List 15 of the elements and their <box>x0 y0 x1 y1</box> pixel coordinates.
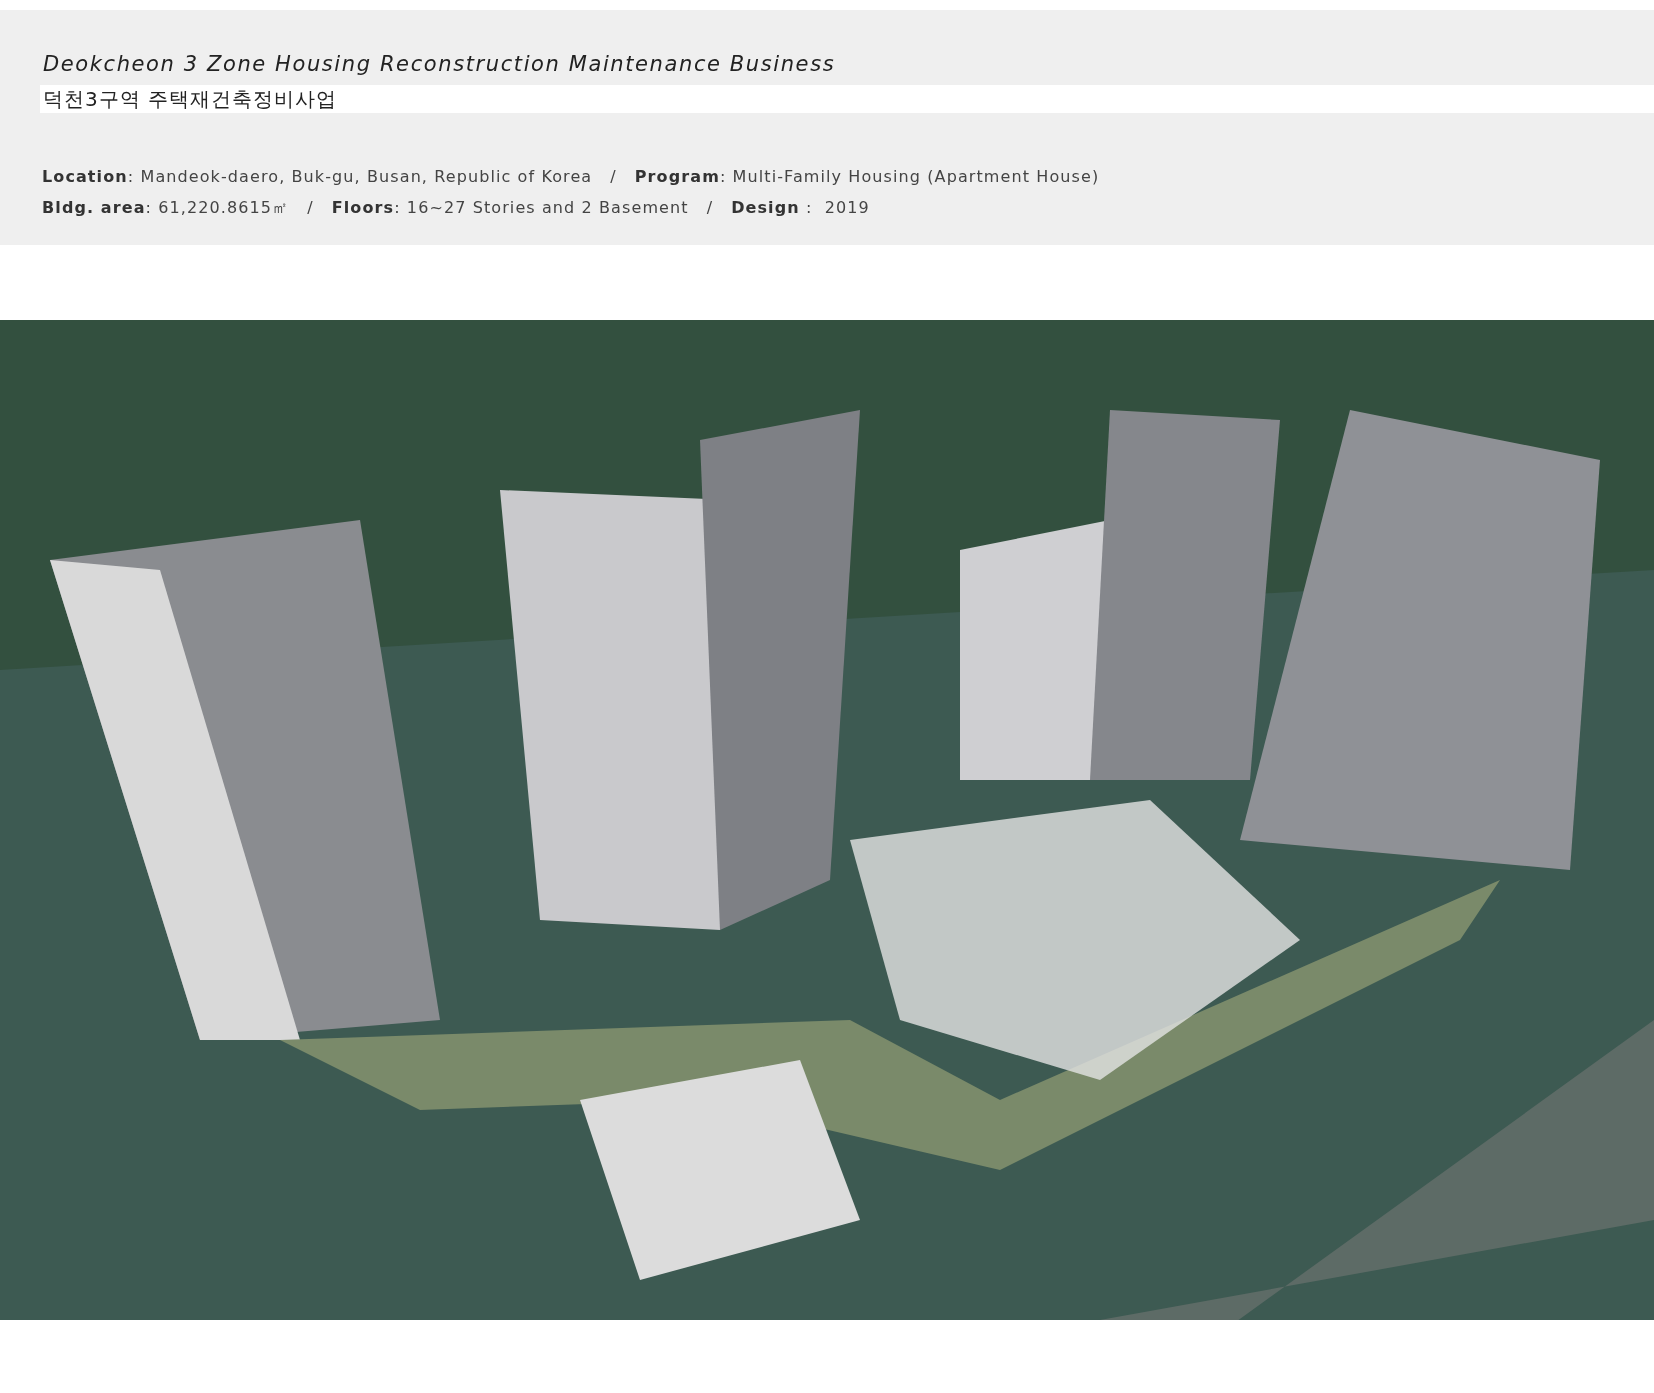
info-label: Floors <box>331 198 395 217</box>
info-value: : 16~27 Stories and 2 Basement <box>394 198 689 217</box>
info-value: : Multi-Family Housing (Apartment House) <box>719 167 1100 186</box>
divider-slash: / <box>307 198 314 217</box>
divider-slash: / <box>706 198 714 217</box>
info-label: Program <box>634 167 720 186</box>
info-label: Location <box>42 167 128 186</box>
info-value: : 2019 <box>804 198 870 217</box>
project-title: Deokcheon 3 Zone Housing Reconstruction Maintenance Business <box>43 52 837 76</box>
info-value: : 61,220.8615㎡ <box>145 198 290 219</box>
project-subtitle: 덕천3구역 주택재건축정비사업 <box>43 85 338 113</box>
info-value: : Mandeok-daero, Buk-gu, Busan, Republic of Korea <box>127 167 593 186</box>
info-label: Design <box>731 198 800 217</box>
info-label: Bldg. area <box>42 198 146 217</box>
divider-slash: / <box>610 167 617 186</box>
